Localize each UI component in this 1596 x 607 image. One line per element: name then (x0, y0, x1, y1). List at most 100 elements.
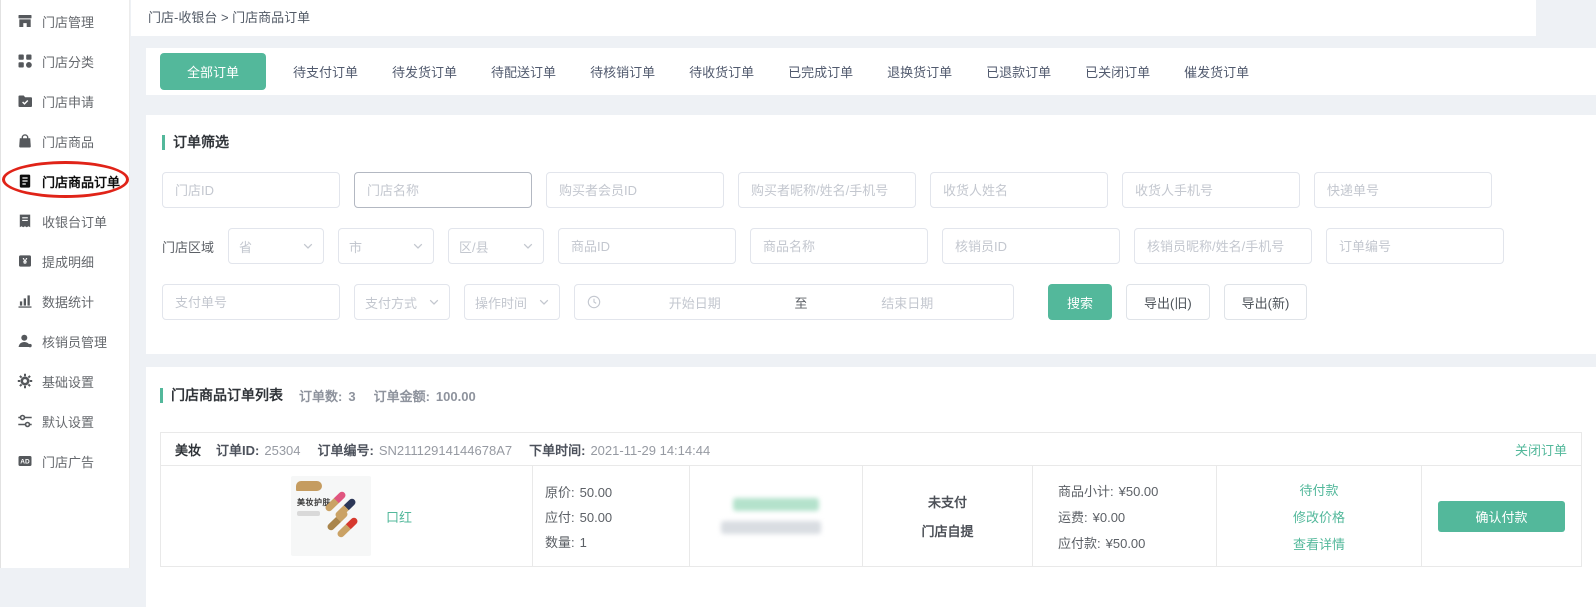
sidebar-item-label: 核销员管理 (42, 332, 107, 351)
sidebar-item-label: 提成明细 (42, 252, 94, 271)
select-placeholder: 支付方式 (365, 293, 417, 312)
sidebar-item-basic-settings[interactable]: 基础设置 (1, 361, 129, 401)
customer-cell (689, 466, 862, 566)
goods-name-input[interactable] (750, 228, 928, 264)
redacted-customer-name (733, 498, 819, 511)
sidebar-item-store-management[interactable]: 门店管理 (1, 1, 129, 41)
sidebar-item-cashier-orders[interactable]: 收银台订单 (1, 201, 129, 241)
section-accent-bar (160, 388, 163, 403)
tab-closed[interactable]: 已关闭订单 (1068, 53, 1167, 90)
close-order-link[interactable]: 关闭订单 (1515, 440, 1567, 459)
sidebar-item-label: 门店管理 (42, 12, 94, 31)
filter-row-2: 门店区域 省 市 区/县 (162, 228, 1580, 264)
select-placeholder: 区/县 (459, 237, 489, 256)
order-id-value: 25304 (264, 443, 300, 458)
sidebar-item-commission-details[interactable]: ¥ 提成明细 (1, 241, 129, 281)
consignee-phone-input[interactable] (1122, 172, 1300, 208)
tab-all-orders[interactable]: 全部订单 (160, 53, 266, 90)
consignee-name-input[interactable] (930, 172, 1108, 208)
pending-payment-status: 待付款 (1299, 480, 1338, 499)
quantity-value: 1 (580, 535, 587, 550)
breadcrumb: 门店-收银台 > 门店商品订单 (131, 0, 1536, 36)
start-date-placeholder: 开始日期 (601, 293, 789, 312)
sidebar-item-store-goods[interactable]: 门店商品 (1, 121, 129, 161)
bar-chart-icon (17, 293, 33, 309)
tab-refunded[interactable]: 已退款订单 (969, 53, 1068, 90)
city-select[interactable]: 市 (338, 228, 434, 264)
product-cell: 美妆护肤 口红 (161, 466, 532, 566)
folder-check-icon (17, 93, 33, 109)
tab-pending-delivery[interactable]: 待配送订单 (474, 53, 573, 90)
goods-id-input[interactable] (558, 228, 736, 264)
verifier-nickname-input[interactable] (1134, 228, 1312, 264)
view-details-link[interactable]: 查看详情 (1293, 534, 1345, 553)
order-category: 美妆 (175, 440, 201, 459)
sliders-icon (17, 413, 33, 429)
order-card: 美妆 订单ID:25304 订单编号:SN21112914144678A7 下单… (160, 432, 1582, 567)
filter-title-text: 订单筛选 (173, 132, 229, 152)
export-old-button[interactable]: 导出(旧) (1126, 284, 1210, 320)
order-status-tabbar: 全部订单 待支付订单 待发货订单 待配送订单 待核销订单 待收货订单 已完成订单… (146, 48, 1596, 95)
shipping-fee-label: 运费: (1058, 510, 1088, 525)
province-select[interactable]: 省 (228, 228, 324, 264)
sidebar-item-store-category[interactable]: 门店分类 (1, 41, 129, 81)
sidebar-item-data-statistics[interactable]: 数据统计 (1, 281, 129, 321)
verifier-user-icon (17, 333, 33, 349)
payment-sn-input[interactable] (162, 284, 340, 320)
buyer-member-id-input[interactable] (546, 172, 724, 208)
original-price-label: 原价: (545, 485, 575, 500)
category-grid-icon (17, 53, 33, 69)
chevron-down-icon (303, 239, 313, 254)
export-new-button[interactable]: 导出(新) (1224, 284, 1308, 320)
tab-pending-verification[interactable]: 待核销订单 (573, 53, 672, 90)
store-id-input[interactable] (162, 172, 340, 208)
storefront-icon (17, 13, 33, 29)
operation-time-select[interactable]: 操作时间 (464, 284, 560, 320)
svg-text:AD: AD (20, 459, 30, 466)
tab-pending-receipt[interactable]: 待收货订单 (672, 53, 771, 90)
district-select[interactable]: 区/县 (448, 228, 544, 264)
order-time-label: 下单时间: (529, 443, 585, 458)
search-button[interactable]: 搜索 (1048, 284, 1112, 320)
sidebar-item-default-settings[interactable]: 默认设置 (1, 401, 129, 441)
tab-completed[interactable]: 已完成订单 (771, 53, 870, 90)
store-name-input[interactable] (354, 172, 532, 208)
filter-row-1 (162, 172, 1580, 208)
product-name-link[interactable]: 口红 (386, 507, 412, 526)
sidebar-item-store-application[interactable]: 门店申请 (1, 81, 129, 121)
shipping-fee-value: ¥0.00 (1093, 510, 1126, 525)
date-range-picker[interactable]: 开始日期 至 结束日期 (574, 284, 1014, 320)
order-time-value: 2021-11-29 14:14:44 (590, 443, 710, 458)
order-count-value: 3 (348, 389, 355, 404)
sidebar-item-store-ads[interactable]: AD 门店广告 (1, 441, 129, 481)
tab-pending-payment[interactable]: 待支付订单 (276, 53, 375, 90)
order-card-header: 美妆 订单ID:25304 订单编号:SN21112914144678A7 下单… (161, 433, 1581, 466)
tab-urge-shipment[interactable]: 催发货订单 (1167, 53, 1266, 90)
delivery-method: 门店自提 (921, 521, 973, 540)
tab-pending-shipment[interactable]: 待发货订单 (375, 53, 474, 90)
subtotal-value: ¥50.00 (1119, 484, 1159, 499)
clock-icon (587, 295, 601, 309)
buyer-nickname-input[interactable] (738, 172, 916, 208)
svg-text:¥: ¥ (23, 256, 28, 266)
amount-due-label: 应付款: (1058, 536, 1101, 551)
sidebar-item-label: 基础设置 (42, 372, 94, 391)
modify-price-link[interactable]: 修改价格 (1293, 507, 1345, 526)
product-badge (296, 481, 322, 491)
tracking-number-input[interactable] (1314, 172, 1492, 208)
sidebar-item-verifier-management[interactable]: 核销员管理 (1, 321, 129, 361)
order-clipboard-icon (17, 173, 33, 189)
sidebar-item-store-goods-orders[interactable]: 门店商品订单 (1, 161, 129, 201)
tab-return-exchange[interactable]: 退换货订单 (870, 53, 969, 90)
verifier-id-input[interactable] (942, 228, 1120, 264)
order-id-label: 订单ID: (216, 443, 259, 458)
ad-badge-icon: AD (17, 453, 33, 469)
select-placeholder: 市 (349, 237, 362, 256)
order-sn-input[interactable] (1326, 228, 1504, 264)
date-separator: 至 (789, 293, 814, 312)
confirm-payment-button[interactable]: 确认付款 (1438, 501, 1565, 532)
product-image[interactable]: 美妆护肤 (291, 476, 371, 556)
payment-method-select[interactable]: 支付方式 (354, 284, 450, 320)
commission-wallet-icon: ¥ (17, 253, 33, 269)
order-list-title: 门店商品订单列表 (160, 385, 283, 405)
